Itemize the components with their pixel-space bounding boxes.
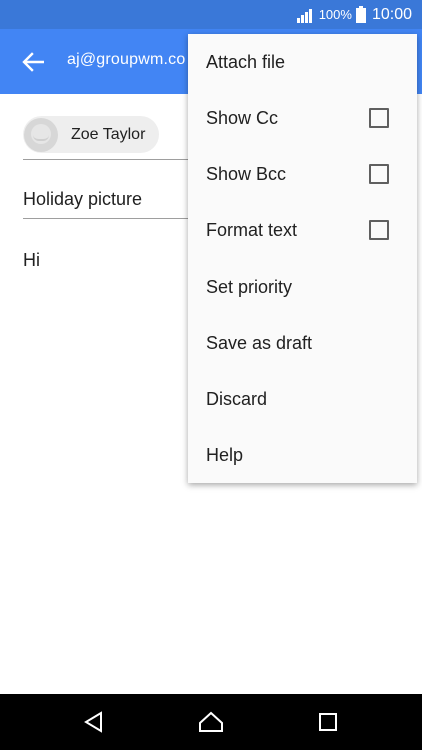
recipient-name: Zoe Taylor (71, 125, 146, 143)
menu-item-label: Show Cc (206, 107, 279, 128)
signal-icon (296, 8, 312, 23)
menu-item-label: Help (206, 444, 244, 465)
menu-item-label: Attach file (206, 51, 286, 72)
menu-item-label: Set priority (206, 276, 293, 297)
menu-item-discard[interactable]: Discard (188, 371, 417, 427)
status-indicators: 100% 10:00 (296, 0, 412, 29)
nav-recents-icon[interactable] (298, 694, 358, 750)
format-text-checkbox[interactable] (369, 220, 389, 240)
status-bar: 100% 10:00 (0, 0, 422, 29)
recipient-chip[interactable]: Zoe Taylor (23, 116, 160, 153)
show-bcc-checkbox[interactable] (369, 164, 389, 184)
menu-item-label: Discard (206, 388, 268, 409)
to-field-divider (23, 159, 188, 160)
body-field[interactable]: Hi (23, 250, 40, 271)
menu-item-label: Show Bcc (206, 163, 287, 184)
avatar-smile (33, 135, 49, 141)
subject-field[interactable]: Holiday picture (23, 189, 142, 210)
show-cc-checkbox[interactable] (369, 108, 389, 128)
menu-item-show-cc[interactable]: Show Cc (188, 90, 417, 146)
menu-item-label: Save as draft (206, 332, 313, 353)
menu-item-attach-file[interactable]: Attach file (188, 34, 417, 90)
menu-item-help[interactable]: Help (188, 427, 417, 483)
clock: 10:00 (371, 5, 412, 23)
menu-item-format-text[interactable]: Format text (188, 202, 417, 258)
avatar (24, 117, 58, 152)
menu-item-label: Format text (206, 219, 298, 240)
menu-item-save-as-draft[interactable]: Save as draft (188, 315, 417, 371)
battery-percent: 100% (318, 7, 352, 22)
menu-item-show-bcc[interactable]: Show Bcc (188, 146, 417, 202)
back-arrow-icon[interactable] (18, 47, 48, 77)
account-email[interactable]: aj@groupwm.co (67, 51, 185, 69)
avatar-face (31, 123, 51, 144)
menu-item-set-priority[interactable]: Set priority (188, 259, 417, 315)
navigation-bar (0, 694, 422, 750)
nav-back-icon[interactable] (64, 694, 124, 750)
battery-icon (355, 6, 366, 23)
nav-home-icon[interactable] (181, 694, 241, 750)
overflow-menu: Attach file Show Cc Show Bcc Format text… (188, 34, 417, 483)
subject-field-divider (23, 218, 188, 219)
